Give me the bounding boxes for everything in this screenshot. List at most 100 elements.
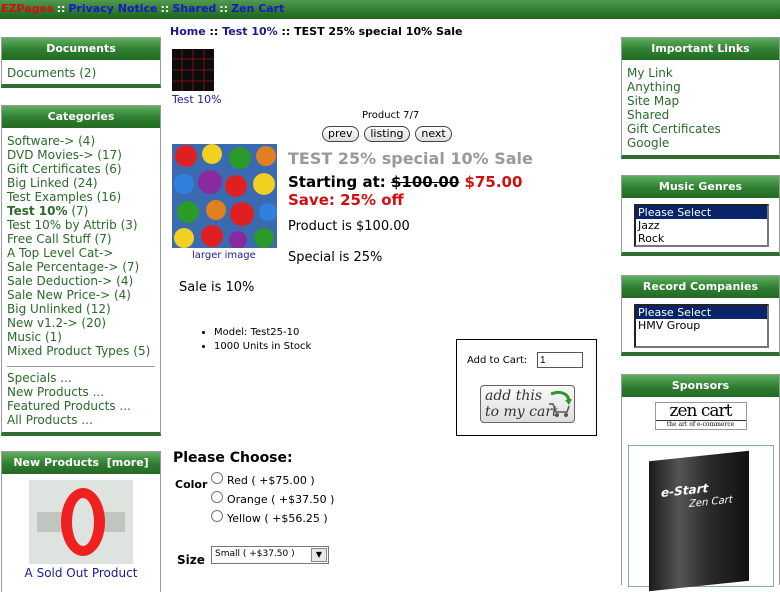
size-select[interactable]: Small ( +$37.50 ) ▼	[211, 546, 329, 564]
category-link[interactable]: Mixed Product Types	[7, 344, 129, 358]
category-link[interactable]: Free Call Stuff	[7, 232, 91, 246]
category-item[interactable]: Big Linked (24)	[7, 176, 155, 190]
new-price: $75.00	[464, 173, 523, 191]
documents-link-count: (2)	[79, 66, 97, 80]
important-link[interactable]: Google	[627, 136, 669, 150]
music-genres-select[interactable]: Please Select Jazz Rock	[634, 204, 769, 247]
select-option[interactable]: Please Select	[636, 206, 767, 219]
color-radio-orange[interactable]	[211, 491, 223, 503]
category-item[interactable]: Mixed Product Types (5)	[7, 344, 155, 358]
product-title: TEST 25% special 10% Sale	[288, 149, 533, 168]
category-link[interactable]: Music	[7, 330, 41, 344]
color-radio-yellow[interactable]	[211, 510, 223, 522]
category-item[interactable]: Sale Percentage-> (7)	[7, 260, 155, 274]
listing-button[interactable]: listing	[364, 126, 410, 142]
breadcrumb-home[interactable]: Home	[170, 25, 206, 38]
desc-product-price: Product is $100.00	[288, 219, 410, 234]
add-to-cart-button[interactable]: add this to my cart	[480, 385, 575, 423]
zencart-logo[interactable]: zen cart the art of e-commerce	[654, 402, 747, 430]
important-links-title: Important Links	[622, 38, 779, 60]
category-extra-link[interactable]: All Products ...	[7, 413, 93, 427]
category-item[interactable]: Gift Certificates (6)	[7, 162, 155, 176]
category-link[interactable]: Sale Deduction->	[7, 274, 112, 288]
category-item[interactable]: Software-> (4)	[7, 134, 155, 148]
category-link[interactable]: Gift Certificates	[7, 162, 101, 176]
prev-button[interactable]: prev	[322, 126, 359, 142]
categories-extra-links: Specials ... New Products ... Featured Pro…	[7, 371, 155, 427]
important-link[interactable]: Gift Certificates	[627, 122, 721, 136]
categories-list: Software-> (4) DVD Movies-> (17) Gift Cert…	[2, 128, 160, 360]
select-option[interactable]: Please Select	[636, 306, 767, 319]
larger-image-link[interactable]: larger image	[192, 250, 256, 261]
topnav-privacy-notice[interactable]: Privacy Notice	[68, 2, 157, 15]
category-count: (12)	[86, 302, 111, 316]
product-nav: prev listing next	[321, 126, 453, 142]
color-option-orange[interactable]: Orange ( +$37.50 )	[211, 490, 334, 509]
category-thumbnail[interactable]	[172, 49, 214, 91]
product-image[interactable]	[172, 144, 277, 249]
new-product-name-link[interactable]: A Sold Out Product	[25, 566, 138, 580]
categories-box: Categories Software-> (4) DVD Movies-> (1…	[1, 105, 161, 436]
category-item[interactable]: Sale Deduction-> (4)	[7, 274, 155, 288]
category-item[interactable]: Sale New Price-> (4)	[7, 288, 155, 302]
important-link[interactable]: Anything	[627, 80, 681, 94]
color-radio-red[interactable]	[211, 472, 223, 484]
record-companies-select[interactable]: Please Select HMV Group	[634, 304, 769, 348]
new-products-title: New Products	[13, 456, 100, 469]
category-item[interactable]: Free Call Stuff (7)	[7, 232, 155, 246]
cart-quantity-input[interactable]	[537, 352, 583, 368]
category-item[interactable]: New v1.2-> (20)	[7, 316, 155, 330]
topnav-sep: ::	[160, 2, 170, 15]
breadcrumb-sep: ::	[281, 25, 291, 38]
product-counter: Product 7/7	[362, 110, 420, 121]
category-item[interactable]: Test Examples (16)	[7, 190, 155, 204]
category-extra-link[interactable]: Featured Products ...	[7, 399, 131, 413]
category-thumbnail-link[interactable]: Test 10%	[172, 93, 222, 106]
top-nav-bar: EZPages:: Privacy Notice:: Shared:: Zen Car…	[0, 0, 780, 19]
select-option[interactable]: Rock	[636, 232, 767, 245]
category-item[interactable]: Test 10% by Attrib (3)	[7, 218, 155, 232]
important-link[interactable]: Site Map	[627, 94, 679, 108]
next-button[interactable]: next	[415, 126, 452, 142]
desc-special: Special is 25%	[288, 250, 383, 265]
category-item[interactable]: Music (1)	[7, 330, 155, 344]
topnav-zen-cart[interactable]: Zen Cart	[231, 2, 284, 15]
color-option-orange-label: Orange ( +$37.50 )	[227, 493, 335, 506]
category-item[interactable]: Big Unlinked (12)	[7, 302, 155, 316]
category-link[interactable]: Software->	[7, 134, 74, 148]
category-link[interactable]: A Top Level Cat->	[7, 246, 113, 260]
color-option-yellow[interactable]: Yellow ( +$56.25 )	[211, 509, 334, 528]
category-item[interactable]: Test 10% (7)	[7, 204, 155, 218]
important-link[interactable]: Shared	[627, 108, 669, 122]
category-link[interactable]: Test Examples	[7, 190, 93, 204]
category-extra-link[interactable]: Specials ...	[7, 371, 72, 385]
category-link[interactable]: Big Unlinked	[7, 302, 82, 316]
new-product-image[interactable]	[29, 480, 133, 564]
category-link[interactable]: Big Linked	[7, 176, 69, 190]
category-link[interactable]: Sale New Price->	[7, 288, 110, 302]
sponsor-book-image[interactable]: e-Start Zen Cart	[628, 445, 774, 592]
select-option[interactable]: Jazz	[636, 219, 767, 232]
documents-link[interactable]: Documents (2)	[7, 66, 96, 80]
important-link[interactable]: My Link	[627, 66, 673, 80]
category-extra-link[interactable]: New Products ...	[7, 385, 104, 399]
category-link[interactable]: Sale Percentage->	[7, 260, 118, 274]
select-option[interactable]: HMV Group	[636, 319, 767, 332]
price-line: Starting at: $100.00 $75.00	[288, 173, 522, 191]
category-link[interactable]: New v1.2->	[7, 316, 78, 330]
category-link[interactable]: Test 10% by Attrib	[7, 218, 117, 232]
sold-out-product-icon	[29, 480, 133, 564]
breadcrumb-category[interactable]: Test 10%	[222, 25, 277, 38]
topnav-shared[interactable]: Shared	[172, 2, 216, 15]
breadcrumb-current: TEST 25% special 10% Sale	[294, 25, 463, 38]
category-count: (4)	[116, 274, 134, 288]
category-link[interactable]: Test 10%	[7, 204, 68, 218]
category-item[interactable]: DVD Movies-> (17)	[7, 148, 155, 162]
color-option-red[interactable]: Red ( +$75.00 )	[211, 471, 334, 490]
topnav-ezpages[interactable]: EZPages	[1, 2, 54, 15]
category-item[interactable]: A Top Level Cat->	[7, 246, 155, 260]
category-count: (7)	[94, 232, 112, 246]
category-link[interactable]: DVD Movies->	[7, 148, 93, 162]
new-products-more-link[interactable]: [more]	[107, 456, 149, 469]
desc-sale: Sale is 10%	[179, 280, 255, 295]
